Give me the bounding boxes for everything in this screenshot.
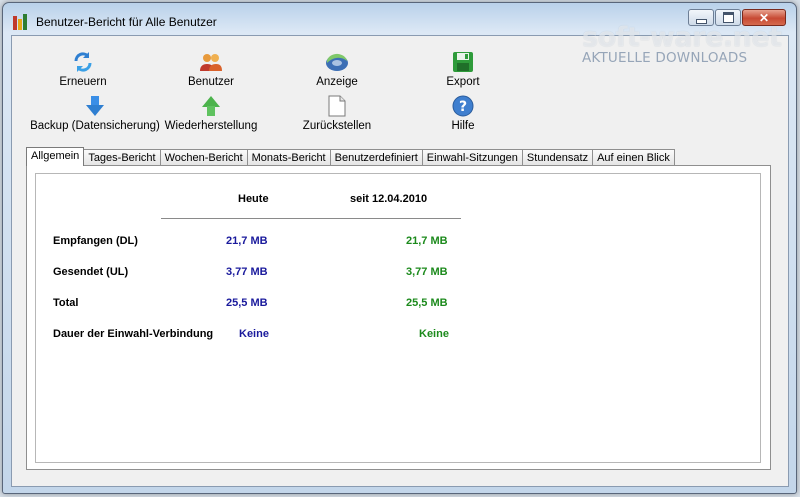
tab-auf-einen-blick[interactable]: Auf einen Blick: [592, 149, 675, 166]
tab-benutzerdefiniert[interactable]: Benutzerdefiniert: [329, 149, 423, 166]
tab-einwahl-sitzungen[interactable]: Einwahl-Sitzungen: [421, 149, 523, 166]
value-received-since: 21,7 MB: [406, 235, 448, 247]
help-icon: ?: [452, 94, 474, 118]
header-divider: [161, 218, 461, 219]
column-header-since: seit 12.04.2010: [350, 193, 428, 205]
display-label: Anzeige: [316, 76, 358, 88]
value-received-today: 21,7 MB: [226, 235, 268, 247]
users-icon: [199, 50, 223, 74]
help-button[interactable]: ? Hilfe: [388, 94, 538, 132]
value-dialup-since: Keine: [419, 328, 449, 340]
export-button[interactable]: Export: [388, 50, 538, 88]
reset-label: Zurückstellen: [302, 120, 372, 132]
close-icon: ✕: [758, 10, 770, 25]
arrow-down-icon: [85, 94, 105, 118]
title-bar[interactable]: Benutzer-Bericht für Alle Benutzer ✕: [3, 3, 796, 35]
minimize-button[interactable]: [688, 9, 714, 26]
value-sent-since: 3,77 MB: [406, 266, 448, 278]
report-table: Heute seit 12.04.2010 Empfangen (DL) 21,…: [35, 173, 761, 463]
toolbar: Erneuern Benutzer Anzeige Export Backup …: [12, 36, 788, 144]
row-label-sent: Gesendet (UL): [53, 266, 129, 278]
report-tabs: Allgemein Tages-Bericht Wochen-Bericht M…: [26, 147, 675, 166]
tab-panel: Heute seit 12.04.2010 Empfangen (DL) 21,…: [26, 165, 771, 470]
close-button[interactable]: ✕: [742, 9, 786, 26]
value-sent-today: 3,77 MB: [226, 266, 268, 278]
refresh-icon: [71, 50, 95, 74]
client-area: Erneuern Benutzer Anzeige Export Backup …: [11, 35, 789, 487]
row-label-total: Total: [53, 297, 79, 309]
help-label: Hilfe: [451, 120, 475, 132]
save-icon: [452, 50, 474, 74]
tab-allgemein[interactable]: Allgemein: [26, 147, 85, 166]
users-label: Benutzer: [187, 76, 235, 88]
maximize-button[interactable]: [715, 9, 741, 26]
value-total-today: 25,5 MB: [226, 297, 268, 309]
minimize-icon: [695, 18, 707, 24]
tab-monats-bericht[interactable]: Monats-Bericht: [246, 149, 331, 166]
window-title: Benutzer-Bericht für Alle Benutzer: [36, 15, 217, 29]
app-window: Benutzer-Bericht für Alle Benutzer ✕ Ern…: [2, 2, 797, 494]
maximize-icon: [722, 12, 734, 23]
tab-tages-bericht[interactable]: Tages-Bericht: [83, 149, 161, 166]
refresh-label: Erneuern: [59, 76, 107, 88]
export-label: Export: [446, 76, 480, 88]
display-icon: [324, 50, 350, 74]
tab-stundensatz[interactable]: Stundensatz: [521, 149, 594, 166]
row-label-received: Empfangen (DL): [53, 235, 138, 247]
restore-label: Wiederherstellung: [164, 120, 258, 132]
value-total-since: 25,5 MB: [406, 297, 448, 309]
app-icon: [13, 14, 29, 30]
value-dialup-today: Keine: [239, 328, 269, 340]
column-header-today: Heute: [238, 193, 269, 205]
arrow-up-icon: [201, 94, 221, 118]
svg-text:?: ?: [459, 99, 467, 115]
blank-page-icon: [328, 94, 346, 118]
row-label-dialup-duration: Dauer der Einwahl-Verbindung: [53, 328, 214, 340]
tab-wochen-bericht[interactable]: Wochen-Bericht: [159, 149, 248, 166]
